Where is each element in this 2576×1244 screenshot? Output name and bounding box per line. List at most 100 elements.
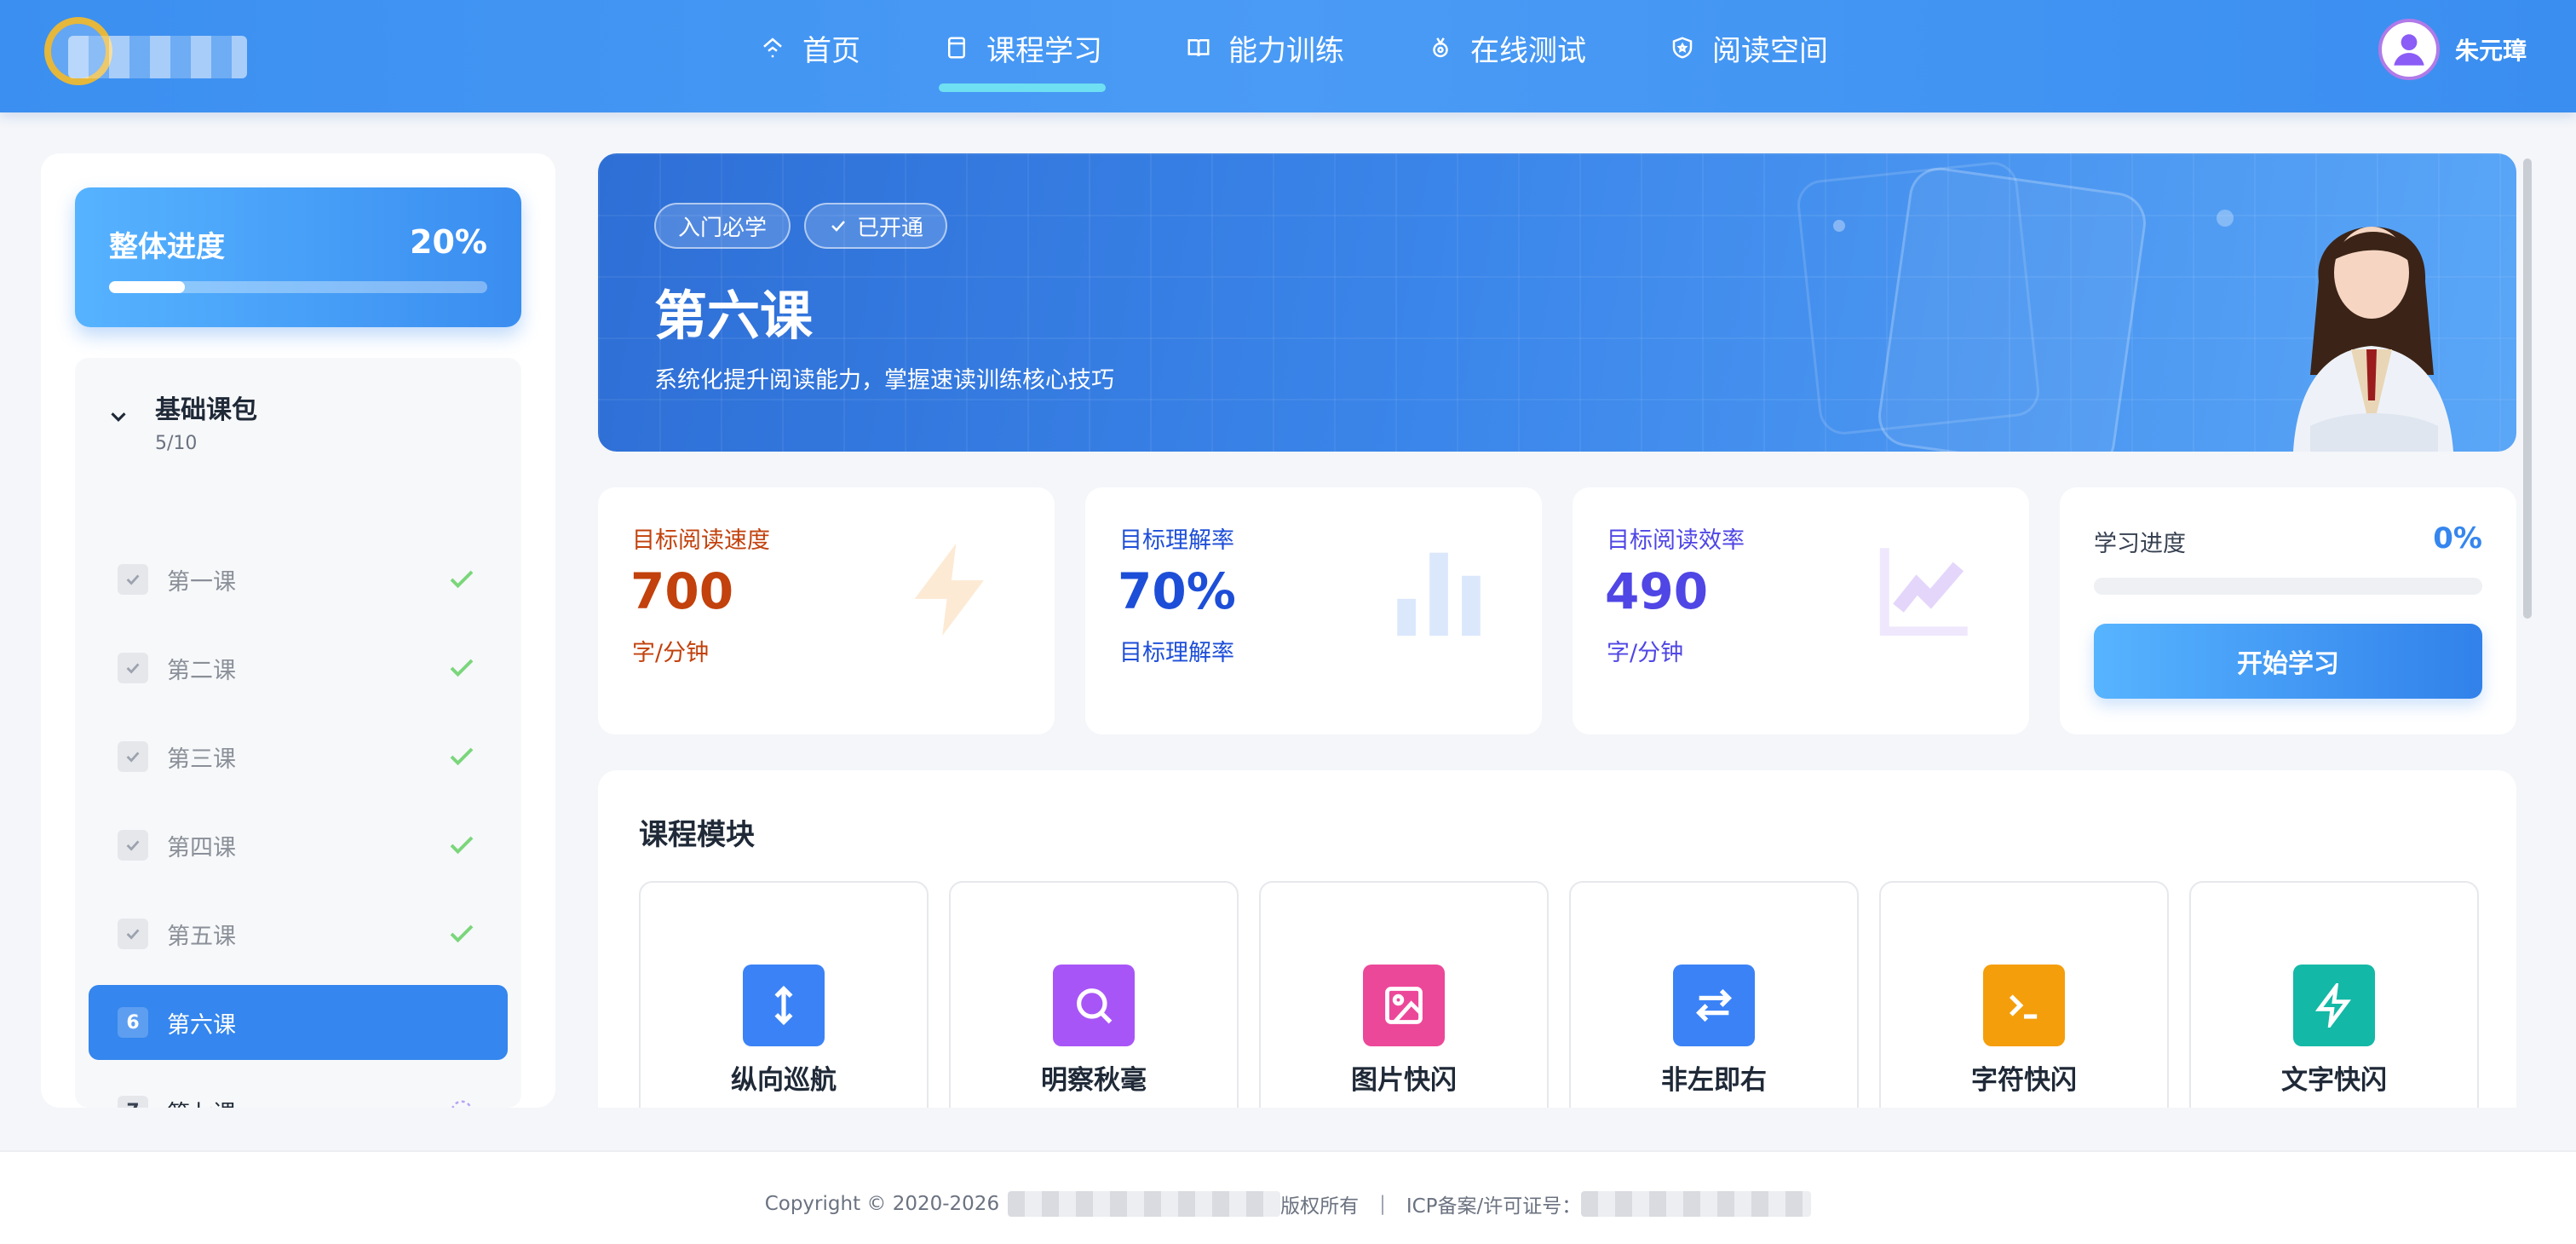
module-card-vertical-cruise[interactable]: 纵向巡航 bbox=[639, 881, 929, 1108]
lesson-subtitle: 系统化提升阅读能力，掌握速读训练核心技巧 bbox=[654, 367, 1114, 394]
avatar[interactable] bbox=[2378, 19, 2440, 80]
overall-progress-fill bbox=[109, 281, 185, 293]
tag-required: 入门必学 bbox=[654, 203, 791, 249]
lesson-number: 7 bbox=[118, 1096, 148, 1108]
shield-star-icon bbox=[1668, 33, 1697, 62]
bar-chart-icon bbox=[1397, 552, 1481, 636]
learning-progress-value: 0% bbox=[2433, 521, 2482, 556]
site-logo[interactable] bbox=[34, 17, 247, 95]
stat-value: 70% bbox=[1118, 562, 1236, 620]
image-icon bbox=[1363, 965, 1445, 1046]
hero-tags: 入门必学 已开通 bbox=[654, 203, 948, 249]
module-card-left-or-right[interactable]: 非左即右 bbox=[1569, 881, 1859, 1108]
completed-check-icon bbox=[118, 919, 148, 949]
logo-text-redacted bbox=[68, 36, 247, 78]
completed-check-icon bbox=[118, 741, 148, 772]
nav-label: 首页 bbox=[802, 33, 860, 68]
magnifier-icon bbox=[1053, 965, 1135, 1046]
lesson-item[interactable]: 7 第七课 bbox=[89, 1074, 508, 1108]
nav-label: 能力训练 bbox=[1228, 33, 1344, 68]
lesson-title: 第六课 bbox=[654, 285, 814, 347]
module-label: 图片快闪 bbox=[1351, 1065, 1457, 1096]
lesson-label: 第二课 bbox=[167, 657, 236, 684]
hero-decoration bbox=[1874, 164, 2150, 452]
footer-separator: | bbox=[1379, 1193, 1386, 1215]
overall-progress-title: 整体进度 bbox=[109, 230, 225, 264]
stat-value: 700 bbox=[630, 562, 734, 620]
stat-card-reading-efficiency: 目标阅读效率 490 字/分钟 bbox=[1573, 487, 2029, 734]
footer: Copyright © 2020-2026 版权所有 | ICP备案/许可证号： bbox=[0, 1150, 2576, 1244]
nav-item-online-test[interactable]: 在线测试 bbox=[1426, 0, 1586, 95]
module-label: 非左即右 bbox=[1661, 1065, 1767, 1096]
overall-progress-value: 20% bbox=[410, 223, 487, 261]
module-card-keen-observation[interactable]: 明察秋毫 bbox=[949, 881, 1239, 1108]
done-check-icon bbox=[445, 651, 479, 685]
nav-item-home[interactable]: 首页 bbox=[758, 0, 860, 95]
terminal-icon bbox=[1983, 965, 2065, 1046]
nav-label: 阅读空间 bbox=[1712, 33, 1828, 68]
module-label: 明察秋毫 bbox=[1041, 1065, 1147, 1096]
check-icon bbox=[831, 221, 845, 232]
done-check-icon bbox=[445, 917, 479, 951]
user-icon bbox=[2394, 34, 2424, 66]
package-header[interactable]: 基础课包 5/10 bbox=[106, 389, 257, 454]
modules-title: 课程模块 bbox=[639, 818, 755, 852]
lesson-label: 第三课 bbox=[167, 746, 236, 773]
module-card-image-flash[interactable]: 图片快闪 bbox=[1259, 881, 1549, 1108]
stat-label: 目标阅读效率 bbox=[1607, 527, 1745, 554]
swap-arrows-icon bbox=[1673, 965, 1755, 1046]
hero-dot bbox=[1833, 220, 1845, 232]
lesson-item[interactable]: 第四课 bbox=[89, 808, 508, 883]
company-name-redacted bbox=[1008, 1191, 1281, 1217]
module-card-text-flash[interactable]: 文字快闪 bbox=[2189, 881, 2479, 1108]
lesson-item[interactable]: 第五课 bbox=[89, 896, 508, 971]
lesson-label: 第六课 bbox=[167, 1011, 236, 1039]
overall-progress-card: 整体进度 20% bbox=[75, 187, 521, 327]
lesson-item[interactable]: 6 第六课 bbox=[89, 985, 508, 1060]
course-package: 基础课包 5/10 第一课第二课第三课第四课第五课 6 第六课 7 第七课 bbox=[75, 358, 521, 1108]
package-title: 基础课包 bbox=[155, 395, 257, 425]
module-label: 字符快闪 bbox=[1971, 1065, 2077, 1096]
start-learning-button[interactable]: 开始学习 bbox=[2094, 624, 2482, 699]
stat-unit: 字/分钟 bbox=[1607, 640, 1684, 666]
done-check-icon bbox=[445, 562, 479, 596]
module-card-character-flash[interactable]: 字符快闪 bbox=[1879, 881, 2169, 1108]
top-navigation-bar: 首页 课程学习 能力训练 在线测试 阅读空间 朱元璋 bbox=[0, 0, 2576, 112]
nav-item-ability-training[interactable]: 能力训练 bbox=[1184, 0, 1344, 95]
completed-check-icon bbox=[118, 564, 148, 595]
tag-label: 入门必学 bbox=[678, 215, 768, 241]
hero-dot bbox=[2217, 210, 2234, 227]
teacher-illustration bbox=[2293, 227, 2453, 452]
course-modules-panel: 课程模块 纵向巡航 明察秋毫 图片快闪 非左即右 字符快闪 文字快闪 bbox=[598, 770, 2516, 1108]
lesson-label: 第一课 bbox=[167, 568, 236, 596]
nav-label: 在线测试 bbox=[1470, 33, 1586, 68]
stat-unit: 目标理解率 bbox=[1119, 640, 1234, 666]
book-icon bbox=[942, 33, 971, 62]
nav-item-reading-space[interactable]: 阅读空间 bbox=[1668, 0, 1828, 95]
user-name: 朱元璋 bbox=[2454, 37, 2527, 65]
lesson-label: 第四课 bbox=[167, 834, 236, 861]
icp-number-redacted bbox=[1581, 1191, 1812, 1217]
scrollbar-thumb[interactable] bbox=[2523, 158, 2532, 619]
user-menu[interactable]: 朱元璋 bbox=[2378, 19, 2527, 80]
main-nav: 首页 课程学习 能力训练 在线测试 阅读空间 bbox=[758, 0, 1910, 112]
lesson-item[interactable]: 第三课 bbox=[89, 719, 508, 794]
module-label: 纵向巡航 bbox=[731, 1065, 837, 1096]
footer-copyright-row: Copyright © 2020-2026 版权所有 | ICP备案/许可证号： bbox=[0, 1189, 2576, 1218]
overall-progress-bar bbox=[109, 281, 487, 293]
vertical-arrows-icon bbox=[743, 965, 825, 1046]
nav-item-course-study[interactable]: 课程学习 bbox=[939, 0, 1106, 95]
lesson-item[interactable]: 第二课 bbox=[89, 631, 508, 706]
stat-card-reading-speed: 目标阅读速度 700 字/分钟 bbox=[598, 487, 1055, 734]
done-check-icon bbox=[445, 740, 479, 774]
module-label: 文字快闪 bbox=[2281, 1065, 2387, 1096]
home-icon bbox=[758, 33, 787, 62]
copyright-text: Copyright © 2020-2026 bbox=[764, 1193, 1000, 1215]
open-book-icon bbox=[1184, 33, 1213, 62]
stat-unit: 字/分钟 bbox=[632, 640, 710, 666]
main-scrollbar[interactable] bbox=[2523, 153, 2535, 619]
lesson-item[interactable]: 第一课 bbox=[89, 542, 508, 617]
lesson-number: 6 bbox=[118, 1007, 148, 1038]
rights-text: 版权所有 bbox=[1280, 1195, 1360, 1218]
lesson-sidebar: 整体进度 20% 基础课包 5/10 第一课第二课第三课第四课第五课 6 第六课 7 第… bbox=[41, 153, 555, 1108]
